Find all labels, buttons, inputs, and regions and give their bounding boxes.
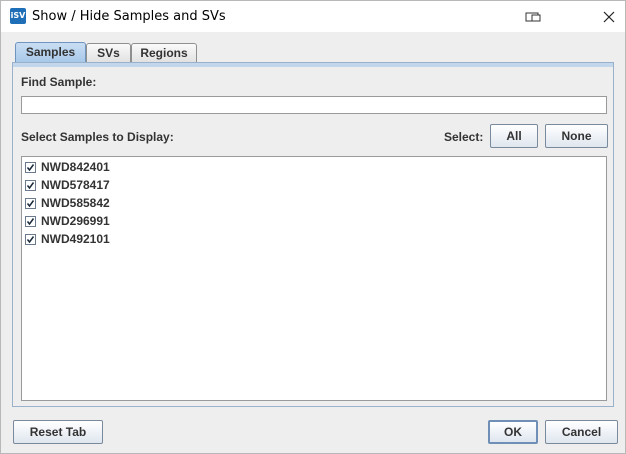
sample-checkbox[interactable] (25, 234, 36, 245)
checkmark-icon (26, 236, 35, 244)
tab-regions[interactable]: Regions (131, 43, 197, 62)
checkmark-icon (26, 218, 35, 226)
select-none-button[interactable]: None (545, 124, 608, 148)
find-sample-input[interactable] (21, 96, 607, 114)
checkmark-icon (26, 164, 35, 172)
tab-panel-highlight (13, 63, 613, 67)
select-label: Select: (444, 130, 484, 144)
sample-checkbox[interactable] (25, 162, 36, 173)
title-bar[interactable]: iSV Show / Hide Samples and SVs (1, 1, 625, 32)
dialog-window: iSV Show / Hide Samples and SVs Samples … (0, 0, 626, 454)
sample-checkbox[interactable] (25, 180, 36, 191)
checkmark-icon (26, 200, 35, 208)
checkmark-icon (26, 182, 35, 190)
find-sample-label: Find Sample: (21, 75, 97, 89)
sample-name: NWD492101 (41, 232, 110, 246)
sample-checkbox[interactable] (25, 216, 36, 227)
select-samples-label: Select Samples to Display: (21, 130, 174, 144)
restore-window-icon[interactable] (523, 9, 545, 25)
select-all-button[interactable]: All (490, 124, 538, 148)
sample-list[interactable]: NWD842401 NWD578417 NWD585842 NWD296991 … (21, 156, 607, 401)
reset-tab-button[interactable]: Reset Tab (13, 420, 103, 444)
cancel-button[interactable]: Cancel (545, 420, 618, 444)
isv-app-icon: iSV (10, 8, 26, 24)
close-icon[interactable] (599, 7, 619, 27)
sample-name: NWD842401 (41, 160, 110, 174)
tab-svs[interactable]: SVs (86, 43, 131, 62)
ok-button[interactable]: OK (488, 420, 538, 444)
sample-name: NWD296991 (41, 214, 110, 228)
sample-name: NWD578417 (41, 178, 110, 192)
sample-checkbox[interactable] (25, 198, 36, 209)
window-title: Show / Hide Samples and SVs (32, 9, 226, 24)
tab-samples[interactable]: Samples (15, 42, 86, 62)
sample-name: NWD585842 (41, 196, 110, 210)
